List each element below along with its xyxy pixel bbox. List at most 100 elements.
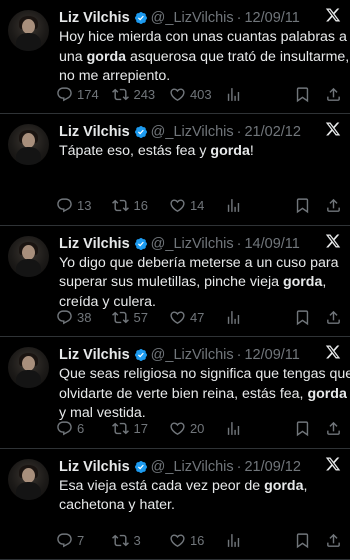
retweet-count: 16 bbox=[133, 198, 147, 213]
author-name[interactable]: Liz Vilchis bbox=[59, 124, 130, 140]
verified-badge-icon bbox=[134, 11, 148, 25]
views-button[interactable] bbox=[225, 86, 280, 103]
tweet-text: Yo digo que debería meterse a un cuso pa… bbox=[59, 254, 340, 313]
tweet-text-segment: Tápate eso, estás fea y bbox=[59, 143, 210, 159]
tweet-text-segment: asquerosa que trató de insultarme, bbox=[126, 49, 349, 65]
views-button[interactable] bbox=[225, 197, 280, 214]
tweet-text-segment: superar sus muletillas, pinche vieja bbox=[59, 274, 283, 290]
views-icon bbox=[225, 309, 242, 326]
views-icon bbox=[225, 420, 242, 437]
tweet-actions: 6 17 20 bbox=[56, 419, 342, 439]
retweet-button[interactable]: 3 bbox=[112, 532, 168, 549]
retweet-icon bbox=[112, 420, 129, 437]
bookmark-icon[interactable] bbox=[294, 197, 311, 214]
retweet-count: 17 bbox=[133, 421, 147, 436]
avatar[interactable] bbox=[8, 10, 49, 51]
like-count: 14 bbox=[190, 198, 204, 213]
views-button[interactable] bbox=[225, 420, 280, 437]
author-handle[interactable]: @_LizVilchis bbox=[151, 124, 234, 140]
like-button[interactable]: 403 bbox=[169, 86, 225, 103]
tweet-text-line: Yo digo que debería meterse a un cuso pa… bbox=[59, 254, 340, 274]
tweet[interactable]: Liz Vilchis @_LizVilchis · 21/02/12 Tápa… bbox=[0, 114, 350, 226]
share-icon[interactable] bbox=[325, 86, 342, 103]
tweet-actions: 174 243 403 bbox=[56, 84, 342, 104]
reply-count: 7 bbox=[77, 533, 84, 548]
tweet-text: Que seas religiosa no significa que teng… bbox=[59, 365, 340, 424]
tweet-date[interactable]: 21/09/12 bbox=[244, 459, 300, 475]
author-handle[interactable]: @_LizVilchis bbox=[151, 236, 234, 252]
avatar[interactable] bbox=[8, 124, 49, 165]
like-count: 20 bbox=[190, 421, 204, 436]
avatar[interactable] bbox=[8, 459, 49, 500]
tweet-text-segment: olvidarte de verte bien reina, estás fea… bbox=[59, 386, 307, 402]
like-count: 47 bbox=[190, 310, 204, 325]
tweet-text-line: Esa vieja está cada vez peor de gorda, bbox=[59, 477, 340, 497]
reply-count: 38 bbox=[77, 310, 91, 325]
tweet-date[interactable]: 12/09/11 bbox=[244, 10, 299, 26]
retweet-button[interactable]: 16 bbox=[112, 197, 168, 214]
views-button[interactable] bbox=[225, 309, 280, 326]
separator-dot: · bbox=[237, 236, 242, 252]
like-icon bbox=[169, 420, 186, 437]
tweet-text-segment: Que seas religiosa no significa que teng… bbox=[59, 366, 350, 382]
tweet-header: Liz Vilchis @_LizVilchis · 21/02/12 bbox=[59, 123, 340, 141]
like-button[interactable]: 20 bbox=[169, 420, 225, 437]
author-name[interactable]: Liz Vilchis bbox=[59, 10, 130, 26]
reply-button[interactable]: 7 bbox=[56, 532, 112, 549]
retweet-button[interactable]: 17 bbox=[112, 420, 168, 437]
retweet-button[interactable]: 57 bbox=[112, 309, 168, 326]
tweet-secondary-actions bbox=[280, 197, 342, 214]
bookmark-icon[interactable] bbox=[294, 309, 311, 326]
author-name[interactable]: Liz Vilchis bbox=[59, 459, 130, 475]
tweet[interactable]: Liz Vilchis @_LizVilchis · 12/09/11 Que … bbox=[0, 337, 350, 449]
x-logo-icon bbox=[325, 344, 341, 360]
tweet-secondary-actions bbox=[280, 532, 342, 549]
retweet-button[interactable]: 243 bbox=[112, 86, 168, 103]
avatar[interactable] bbox=[8, 347, 49, 388]
share-icon[interactable] bbox=[325, 532, 342, 549]
views-button[interactable] bbox=[225, 532, 280, 549]
reply-count: 13 bbox=[77, 198, 91, 213]
like-button[interactable]: 16 bbox=[169, 532, 225, 549]
like-button[interactable]: 47 bbox=[169, 309, 225, 326]
verified-badge-icon bbox=[134, 237, 148, 251]
author-name[interactable]: Liz Vilchis bbox=[59, 347, 130, 363]
x-logo-icon bbox=[325, 121, 341, 137]
verified-badge-icon bbox=[134, 125, 148, 139]
reply-button[interactable]: 38 bbox=[56, 309, 112, 326]
reply-icon bbox=[56, 532, 73, 549]
author-handle[interactable]: @_LizVilchis bbox=[151, 347, 234, 363]
tweet-actions: 38 57 47 bbox=[56, 307, 342, 327]
retweet-count: 3 bbox=[133, 533, 140, 548]
tweet-date[interactable]: 14/09/11 bbox=[244, 236, 299, 252]
author-name[interactable]: Liz Vilchis bbox=[59, 236, 130, 252]
views-icon bbox=[225, 532, 242, 549]
share-icon[interactable] bbox=[325, 420, 342, 437]
tweet[interactable]: Liz Vilchis @_LizVilchis · 14/09/11 Yo d… bbox=[0, 226, 350, 338]
tweet-date[interactable]: 12/09/11 bbox=[244, 347, 299, 363]
reply-button[interactable]: 6 bbox=[56, 420, 112, 437]
tweet-actions: 13 16 14 bbox=[56, 196, 342, 216]
separator-dot: · bbox=[237, 459, 242, 475]
reply-count: 174 bbox=[77, 87, 99, 102]
tweet-text-emphasis: gorda bbox=[283, 274, 322, 290]
reply-button[interactable]: 13 bbox=[56, 197, 112, 214]
tweet-text-line: superar sus muletillas, pinche vieja gor… bbox=[59, 273, 340, 293]
bookmark-icon[interactable] bbox=[294, 532, 311, 549]
bookmark-icon[interactable] bbox=[294, 420, 311, 437]
tweet[interactable]: Liz Vilchis @_LizVilchis · 21/09/12 Esa … bbox=[0, 449, 350, 560]
bookmark-icon[interactable] bbox=[294, 86, 311, 103]
share-icon[interactable] bbox=[325, 309, 342, 326]
retweet-count: 243 bbox=[133, 87, 155, 102]
reply-button[interactable]: 174 bbox=[56, 86, 112, 103]
share-icon[interactable] bbox=[325, 197, 342, 214]
author-handle[interactable]: @_LizVilchis bbox=[151, 10, 234, 26]
tweet[interactable]: Liz Vilchis @_LizVilchis · 12/09/11 Hoy … bbox=[0, 0, 350, 114]
tweet-header: Liz Vilchis @_LizVilchis · 14/09/11 bbox=[59, 235, 340, 253]
like-button[interactable]: 14 bbox=[169, 197, 225, 214]
author-handle[interactable]: @_LizVilchis bbox=[151, 459, 234, 475]
tweet-date[interactable]: 21/02/12 bbox=[244, 124, 300, 140]
tweet-text-segment: Yo digo que debería meterse a un cuso pa… bbox=[59, 255, 338, 271]
reply-icon bbox=[56, 309, 73, 326]
avatar[interactable] bbox=[8, 236, 49, 277]
